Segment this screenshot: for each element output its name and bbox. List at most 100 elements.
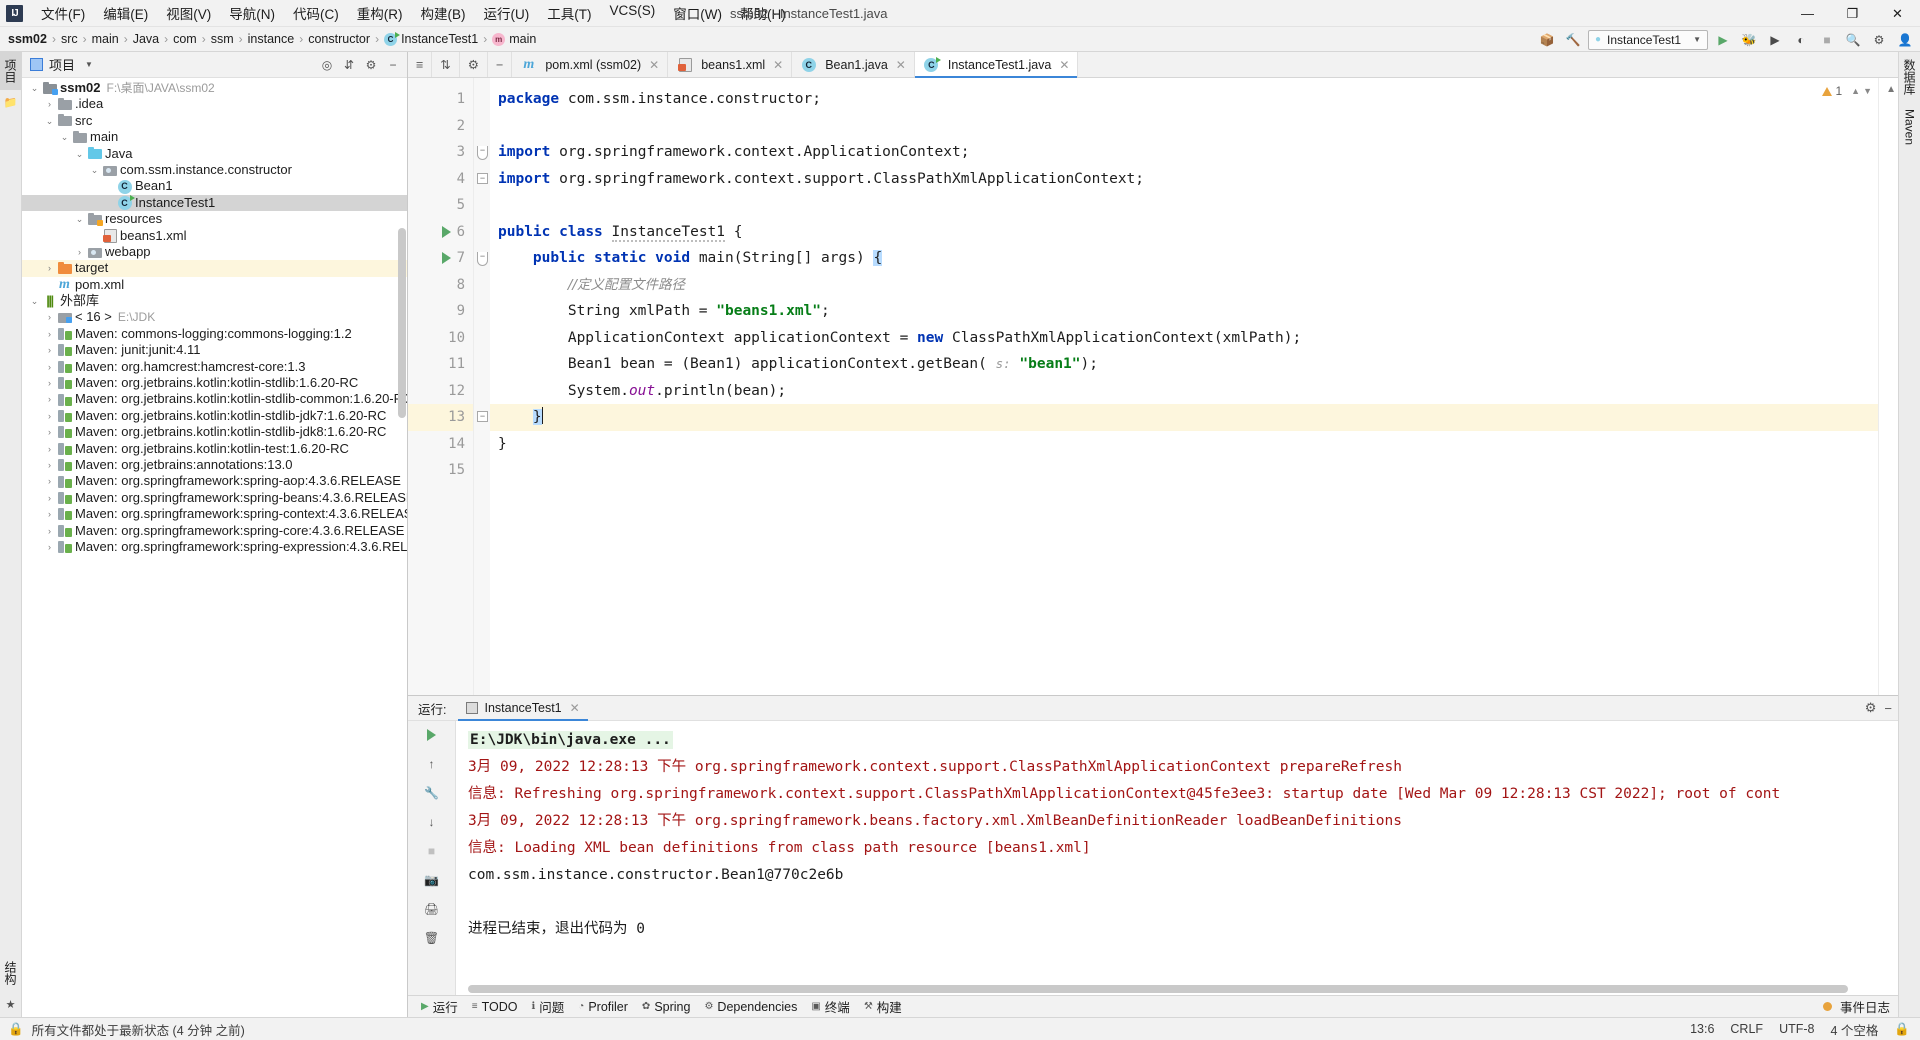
close-icon[interactable]: ✕ [1059, 58, 1069, 72]
bottom-tab-问题[interactable]: ℹ 问题 [524, 995, 571, 1018]
line-number-5[interactable]: 5 [408, 192, 473, 219]
breadcrumb-item-java[interactable]: Java [133, 32, 159, 46]
editor-tab-bean1-java[interactable]: C Bean1.java ✕ [792, 52, 915, 77]
chevron-right-icon[interactable]: › [43, 391, 56, 407]
tree-node-5[interactable]: ⌄ com.ssm.instance.constructor [22, 162, 407, 178]
stop-icon[interactable]: ■ [421, 841, 443, 861]
line-number-2[interactable]: 2 [408, 113, 473, 140]
chevron-right-icon[interactable]: › [43, 473, 56, 489]
run-gutter-icon[interactable] [442, 225, 451, 238]
line-number-14[interactable]: 14 [408, 431, 473, 458]
settings-icon[interactable]: ⚙ [361, 55, 381, 75]
code-content[interactable]: package com.ssm.instance.constructor; im… [490, 78, 1878, 695]
line-number-1[interactable]: 1 [408, 86, 473, 113]
chevron-right-icon[interactable]: › [43, 490, 56, 506]
breadcrumb-item-main[interactable]: main [92, 32, 119, 46]
tree-node-23[interactable]: › Maven: org.jetbrains:annotations:13.0 [22, 457, 407, 473]
tree-node-4[interactable]: ⌄ Java [22, 146, 407, 162]
chevron-right-icon[interactable]: › [43, 408, 56, 424]
tool-tab-structure[interactable]: 结构 [0, 954, 21, 992]
close-icon[interactable]: ✕ [570, 701, 580, 715]
lock-icon[interactable]: 🔒 [8, 1022, 24, 1037]
tree-node-25[interactable]: › Maven: org.springframework:spring-beans… [22, 490, 407, 506]
menu-item-3[interactable]: 导航(N) [220, 0, 284, 26]
tree-node-15[interactable]: › Maven: commons-logging:commons-logging:… [22, 326, 407, 342]
chevron-right-icon[interactable]: › [43, 342, 56, 358]
favorites-icon[interactable]: ★ [4, 992, 18, 1017]
chevron-right-icon[interactable]: › [43, 506, 56, 522]
down-icon[interactable]: ↓ [421, 812, 443, 832]
close-icon[interactable]: ✕ [649, 58, 659, 72]
chevron-up-icon[interactable]: ▲ [1851, 86, 1860, 96]
breadcrumb-item-instancetest1[interactable]: C InstanceTest1 [384, 31, 478, 46]
menu-item-6[interactable]: 构建(B) [412, 0, 475, 26]
search-icon[interactable]: 🔍 [1842, 29, 1864, 50]
tree-node-2[interactable]: ⌄ src [22, 113, 407, 129]
tree-node-13[interactable]: ⌄ ||| 外部库 [22, 293, 407, 309]
menu-item-8[interactable]: 工具(T) [538, 0, 600, 26]
camera-icon[interactable]: 📷 [421, 870, 443, 890]
wrench-icon[interactable]: 🔧 [421, 783, 443, 803]
tree-node-10[interactable]: › webapp [22, 244, 407, 260]
bottom-tab-TODO[interactable]: ≡ TODO [465, 998, 525, 1016]
code-fold-icon[interactable]: − [477, 146, 488, 160]
tree-node-20[interactable]: › Maven: org.jetbrains.kotlin:kotlin-stdl… [22, 408, 407, 424]
editor-gutter[interactable]: 1 2 3 4 5 6 7 8 9 10 11 12 13 14 15 [408, 78, 474, 695]
menu-item-4[interactable]: 代码(C) [284, 0, 348, 26]
tree-node-22[interactable]: › Maven: org.jetbrains.kotlin:kotlin-test… [22, 441, 407, 457]
hammer-icon[interactable]: 🔨 [1562, 29, 1584, 50]
menu-item-5[interactable]: 重构(R) [348, 0, 412, 26]
chevron-down-icon[interactable]: ▼ [85, 60, 93, 69]
console-hscrollbar[interactable] [468, 985, 1848, 993]
tree-node-14[interactable]: › < 16 > E:\JDK [22, 309, 407, 325]
tree-node-12[interactable]: ›m pom.xml [22, 277, 407, 293]
chevron-right-icon[interactable]: › [43, 457, 56, 473]
tree-node-24[interactable]: › Maven: org.springframework:spring-aop:4… [22, 473, 407, 489]
chevron-up-icon[interactable]: ▲ [1886, 84, 1896, 95]
chevron-right-icon[interactable]: › [103, 195, 116, 211]
minimize-button[interactable]: — [1785, 0, 1830, 27]
chevron-down-icon[interactable]: ⌄ [43, 113, 56, 129]
tree-node-27[interactable]: › Maven: org.springframework:spring-core:… [22, 523, 407, 539]
editor-markup-bar[interactable]: ▲ [1878, 78, 1898, 695]
tree-node-26[interactable]: › Maven: org.springframework:spring-conte… [22, 506, 407, 522]
close-icon[interactable]: ✕ [896, 58, 906, 72]
chevron-down-icon[interactable]: ▼ [1863, 86, 1872, 96]
breadcrumb-item-com[interactable]: com [173, 32, 197, 46]
run-configuration-selector[interactable]: ● InstanceTest1 ▼ [1588, 29, 1708, 50]
bottom-tab-Profiler[interactable]: ◔ Profiler [571, 998, 635, 1016]
bottom-tab-Spring[interactable]: ✿ Spring [635, 998, 698, 1016]
editor-tab-collapse[interactable]: ⇅ [432, 52, 460, 77]
editor-tab-hide[interactable]: − [488, 52, 513, 77]
settings-icon[interactable]: ⚙ [1868, 29, 1890, 50]
tree-scrollbar[interactable] [398, 228, 406, 418]
tree-node-8[interactable]: ⌄ resources [22, 211, 407, 227]
chevron-down-icon[interactable]: ⌄ [58, 129, 71, 145]
code-fold-icon[interactable]: − [477, 411, 488, 422]
tree-node-9[interactable]: › beans1.xml [22, 228, 407, 244]
line-number-7[interactable]: 7 [408, 245, 473, 272]
bottom-tab-终端[interactable]: ▣ 终端 [804, 995, 856, 1018]
chevron-right-icon[interactable]: › [43, 96, 56, 112]
tool-tab-maven[interactable]: Maven [1901, 102, 1919, 152]
menu-item-1[interactable]: 编辑(E) [94, 0, 157, 26]
editor-tab-instancetest1-java[interactable]: C InstanceTest1.java ✕ [914, 52, 1079, 78]
caret-position[interactable]: 13:6 [1690, 1022, 1714, 1036]
chevron-right-icon[interactable]: › [73, 244, 86, 260]
tree-node-3[interactable]: ⌄ main [22, 129, 407, 145]
line-separator[interactable]: CRLF [1730, 1022, 1763, 1036]
tree-node-28[interactable]: › Maven: org.springframework:spring-expre… [22, 539, 407, 555]
hide-icon[interactable]: − [383, 55, 403, 75]
chevron-right-icon[interactable]: › [43, 260, 56, 276]
maximize-button[interactable]: ❐ [1830, 0, 1875, 27]
tree-node-1[interactable]: › .idea [22, 96, 407, 112]
bottom-tab-运行[interactable]: ▶ 运行 [414, 995, 465, 1018]
menu-item-10[interactable]: 窗口(W) [664, 0, 731, 26]
collapse-all-icon[interactable]: ⇵ [339, 55, 359, 75]
gear-icon[interactable]: ⚙ [1865, 700, 1877, 716]
rerun-icon[interactable] [421, 725, 443, 745]
chevron-down-icon[interactable]: ⌄ [73, 211, 86, 227]
chevron-right-icon[interactable]: › [43, 277, 56, 293]
line-number-13[interactable]: 13 [408, 404, 473, 431]
chevron-down-icon[interactable]: ⌄ [73, 146, 86, 162]
